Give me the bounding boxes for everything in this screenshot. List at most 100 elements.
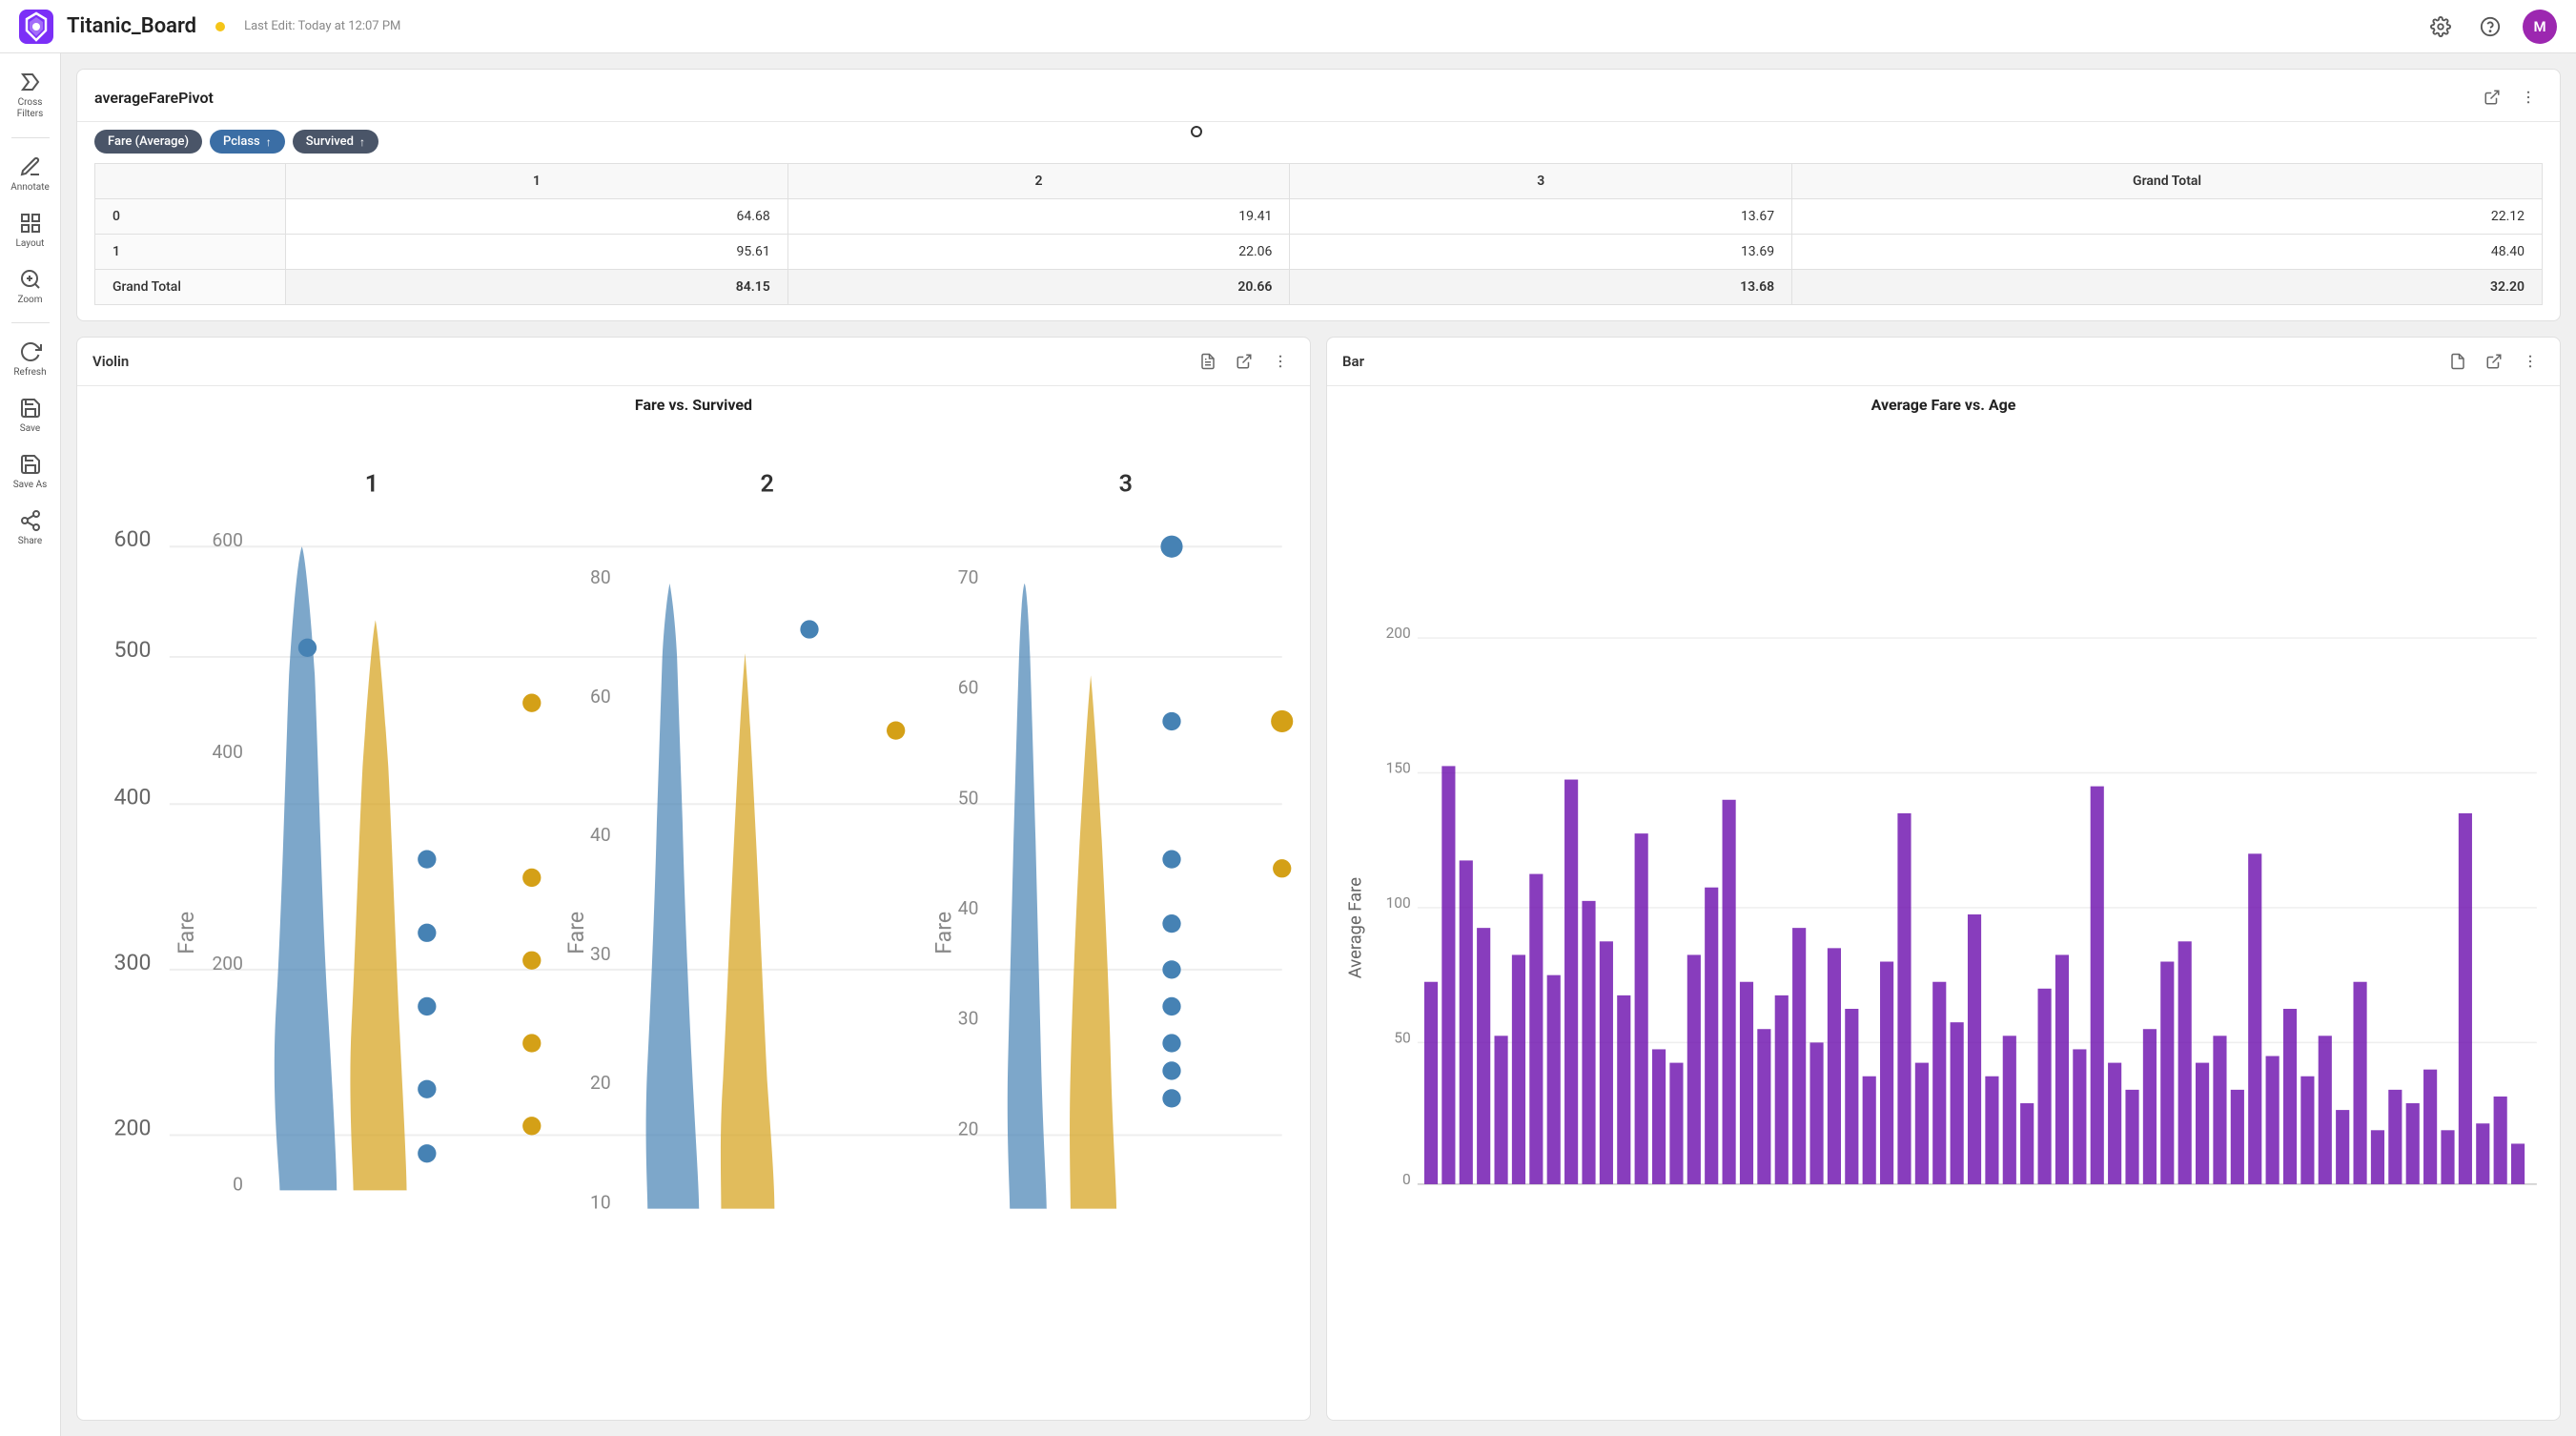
- svg-text:200: 200: [212, 953, 242, 974]
- svg-text:20: 20: [590, 1072, 611, 1094]
- pivot-cell-1-total: 48.40: [1792, 235, 2543, 270]
- layout-icon: [19, 212, 42, 235]
- svg-text:Fare: Fare: [563, 912, 589, 954]
- svg-text:40: 40: [958, 897, 979, 919]
- pivot-grand-total-3: 13.68: [1290, 270, 1792, 305]
- sidebar-item-refresh[interactable]: Refresh: [4, 333, 57, 385]
- sidebar-label-refresh: Refresh: [13, 367, 46, 378]
- sidebar-item-save[interactable]: Save: [4, 389, 57, 441]
- svg-text:10: 10: [590, 1192, 611, 1214]
- table-row: 1 95.61 22.06 13.69 48.40: [95, 235, 2543, 270]
- violin-svg: 600 500 400 300 200 1: [87, 421, 1300, 1407]
- violin-doc-button[interactable]: [1194, 347, 1222, 376]
- svg-text:400: 400: [212, 741, 242, 763]
- pivot-cell-0-3: 13.67: [1290, 199, 1792, 235]
- pivot-panel-title: averageFarePivot: [94, 89, 214, 107]
- sidebar-item-save-as[interactable]: Save As: [4, 445, 57, 498]
- pivot-more-button[interactable]: [2514, 83, 2543, 112]
- fare-chip[interactable]: Fare (Average): [94, 130, 202, 154]
- bar-chart-title: Average Fare vs. Age: [1337, 396, 2550, 414]
- violin-panel-actions: [1194, 347, 1295, 376]
- bar-panel-title: Bar: [1342, 353, 1364, 370]
- svg-text:30: 30: [590, 943, 611, 965]
- content-area: averageFarePivot Fare (: [61, 53, 2576, 1436]
- svg-text:400: 400: [114, 784, 152, 810]
- svg-text:80: 80: [590, 566, 611, 588]
- sidebar-item-annotate[interactable]: Annotate: [4, 148, 57, 200]
- survived-chip-arrow: ↑: [359, 135, 365, 149]
- pivot-header-2: 2: [787, 164, 1290, 199]
- last-edit: Last Edit: Today at 12:07 PM: [244, 19, 400, 33]
- bar-panel: Bar: [1326, 337, 2561, 1421]
- svg-text:600: 600: [114, 526, 152, 552]
- pivot-panel-header: averageFarePivot: [77, 70, 2560, 122]
- bar-more-button[interactable]: [2516, 347, 2545, 376]
- sidebar-item-zoom[interactable]: Zoom: [4, 260, 57, 313]
- bar-panel-header: Bar: [1327, 338, 2560, 386]
- table-row: 0 64.68 19.41 13.67 22.12: [95, 199, 2543, 235]
- pivot-panel: averageFarePivot Fare (: [76, 69, 2561, 321]
- app-logo[interactable]: [19, 10, 53, 44]
- save-as-icon: [19, 453, 42, 476]
- pivot-row-label-0: 0: [95, 199, 286, 235]
- svg-text:300: 300: [114, 950, 152, 975]
- svg-text:500: 500: [114, 637, 152, 663]
- svg-text:0: 0: [233, 1173, 243, 1195]
- svg-text:40: 40: [590, 824, 611, 846]
- sidebar-item-share[interactable]: Share: [4, 502, 57, 554]
- pivot-table: 1 2 3 Grand Total 0 64.68 19.41 13.67 22: [94, 163, 2543, 305]
- bar-doc-button[interactable]: [2443, 347, 2472, 376]
- sidebar-label-layout: Layout: [16, 238, 45, 249]
- filter-row: Fare (Average) Pclass ↑ Survived ↑: [77, 122, 2560, 163]
- violin-panel: Violin: [76, 337, 1311, 1421]
- sidebar-item-layout[interactable]: Layout: [4, 204, 57, 256]
- violin-chart-title: Fare vs. Survived: [87, 396, 1300, 414]
- sidebar-label-save: Save: [20, 423, 40, 434]
- user-avatar[interactable]: M: [2523, 10, 2557, 44]
- svg-text:50: 50: [958, 787, 979, 809]
- help-button[interactable]: [2473, 10, 2507, 44]
- fare-chip-label: Fare (Average): [108, 134, 189, 149]
- pivot-cell-1-2: 22.06: [787, 235, 1290, 270]
- pclass-chip-arrow: ↑: [266, 135, 272, 149]
- bar-panel-actions: [2443, 347, 2545, 376]
- pivot-cell-1-1: 95.61: [286, 235, 788, 270]
- save-icon: [19, 397, 42, 420]
- pivot-grand-total-1: 84.15: [286, 270, 788, 305]
- svg-text:1: 1: [365, 470, 378, 498]
- edit-status-dot: [215, 22, 225, 31]
- sidebar-label-annotate: Annotate: [10, 182, 50, 193]
- pivot-header-1: 1: [286, 164, 788, 199]
- pivot-grand-total: 32.20: [1792, 270, 2543, 305]
- sidebar-label-share: Share: [18, 536, 42, 546]
- svg-text:200: 200: [1386, 625, 1411, 642]
- violin-open-button[interactable]: [1230, 347, 1258, 376]
- bar-chart-area: Average Fare vs. Age Average Fare 200 15…: [1327, 386, 2560, 1420]
- pivot-header-grand-total: Grand Total: [1792, 164, 2543, 199]
- bar-open-button[interactable]: [2480, 347, 2508, 376]
- sidebar-divider-2: [11, 322, 50, 323]
- share-icon: [19, 509, 42, 532]
- pclass-chip[interactable]: Pclass ↑: [210, 130, 285, 154]
- svg-text:600: 600: [212, 529, 242, 551]
- table-row: Grand Total 84.15 20.66 13.68 32.20: [95, 270, 2543, 305]
- violin-more-button[interactable]: [1266, 347, 1295, 376]
- zoom-icon: [19, 268, 42, 291]
- main-layout: CrossFilters Annotate Layout Zoom: [0, 53, 2576, 1436]
- violin-panel-header: Violin: [77, 338, 1310, 386]
- sidebar-label-cross-filters: CrossFilters: [17, 97, 44, 120]
- cross-filters-icon: [19, 71, 42, 93]
- svg-text:70: 70: [958, 566, 979, 588]
- svg-text:Average Fare: Average Fare: [1345, 877, 1365, 978]
- survived-chip[interactable]: Survived ↑: [293, 130, 378, 154]
- pivot-panel-actions: [2478, 83, 2543, 112]
- sidebar-item-cross-filters[interactable]: CrossFilters: [4, 63, 57, 128]
- bar-svg: Average Fare 200 150 100 50 0: [1337, 421, 2550, 1407]
- pivot-open-button[interactable]: [2478, 83, 2506, 112]
- svg-text:60: 60: [958, 677, 979, 699]
- pivot-table-container: 1 2 3 Grand Total 0 64.68 19.41 13.67 22: [77, 163, 2560, 320]
- settings-button[interactable]: [2423, 10, 2458, 44]
- board-title: Titanic_Board: [67, 14, 196, 38]
- svg-text:60: 60: [590, 686, 611, 708]
- svg-text:20: 20: [958, 1118, 979, 1139]
